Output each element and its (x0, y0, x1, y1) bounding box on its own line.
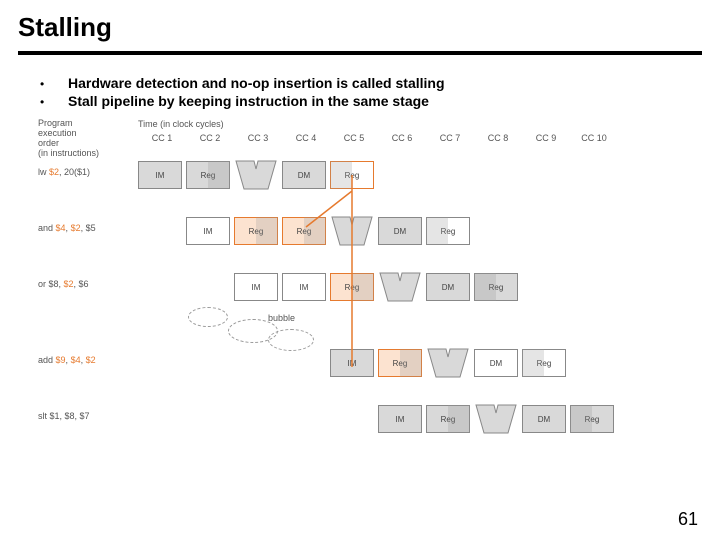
bubble-label: bubble (268, 313, 295, 323)
cycle-label: CC 8 (474, 133, 522, 143)
pipeline-stage: DM (378, 217, 422, 245)
pipeline-stage: IM (330, 349, 374, 377)
bullet-list: •Hardware detection and no-op insertion … (40, 75, 720, 109)
alu-stage (378, 271, 422, 303)
instruction-row: add $9, $4, $2IMRegDMReg (38, 343, 698, 383)
pipeline-stage: IM (138, 161, 182, 189)
bullet-item: •Hardware detection and no-op insertion … (40, 75, 720, 91)
slide-title: Stalling (0, 0, 720, 51)
instruction-row: or $8, $2, $6IMIMRegDMReg (38, 267, 698, 307)
alu-stage (426, 347, 470, 379)
cycle-label: CC 6 (378, 133, 426, 143)
instruction-row: lw $2, 20($1)IMRegDMReg (38, 155, 698, 195)
cycle-label: CC 10 (570, 133, 618, 143)
bullet-dot: • (40, 75, 68, 91)
bullet-dot: • (40, 93, 68, 109)
instruction-label: or $8, $2, $6 (38, 279, 89, 289)
instruction-label: add $9, $4, $2 (38, 355, 96, 365)
bubble-oval (268, 329, 314, 351)
bullet-text: Stall pipeline by keeping instruction in… (68, 93, 429, 109)
alu-stage (330, 215, 374, 247)
instruction-row: slt $1, $8, $7IMRegDMReg (38, 399, 698, 439)
pipeline-diagram: Programexecutionorder(in instructions) Ti… (38, 119, 698, 449)
pipeline-stage: DM (522, 405, 566, 433)
pipeline-stage: IM (282, 273, 326, 301)
pipeline-stage: IM (378, 405, 422, 433)
instruction-label: slt $1, $8, $7 (38, 411, 90, 421)
instruction-row: and $4, $2, $5IMRegRegDMReg (38, 211, 698, 251)
cycle-label: CC 4 (282, 133, 330, 143)
bullet-text: Hardware detection and no-op insertion i… (68, 75, 445, 91)
instruction-label: lw $2, 20($1) (38, 167, 90, 177)
pipeline-stage: IM (186, 217, 230, 245)
pipeline-stage: DM (426, 273, 470, 301)
alu-stage (474, 403, 518, 435)
cycle-label: CC 3 (234, 133, 282, 143)
bubble-oval (188, 307, 228, 327)
alu-stage (234, 159, 278, 191)
title-divider (18, 51, 702, 55)
cycle-label: CC 1 (138, 133, 186, 143)
cycle-label: CC 2 (186, 133, 234, 143)
cycle-label: CC 5 (330, 133, 378, 143)
pipeline-stage: DM (474, 349, 518, 377)
page-number: 61 (678, 509, 698, 530)
pipeline-stage: IM (234, 273, 278, 301)
bullet-item: •Stall pipeline by keeping instruction i… (40, 93, 720, 109)
program-order-label: Programexecutionorder(in instructions) (38, 119, 118, 159)
time-axis-label: Time (in clock cycles) (138, 119, 224, 129)
cycle-label: CC 7 (426, 133, 474, 143)
cycle-label: CC 9 (522, 133, 570, 143)
instruction-label: and $4, $2, $5 (38, 223, 96, 233)
pipeline-stage: DM (282, 161, 326, 189)
